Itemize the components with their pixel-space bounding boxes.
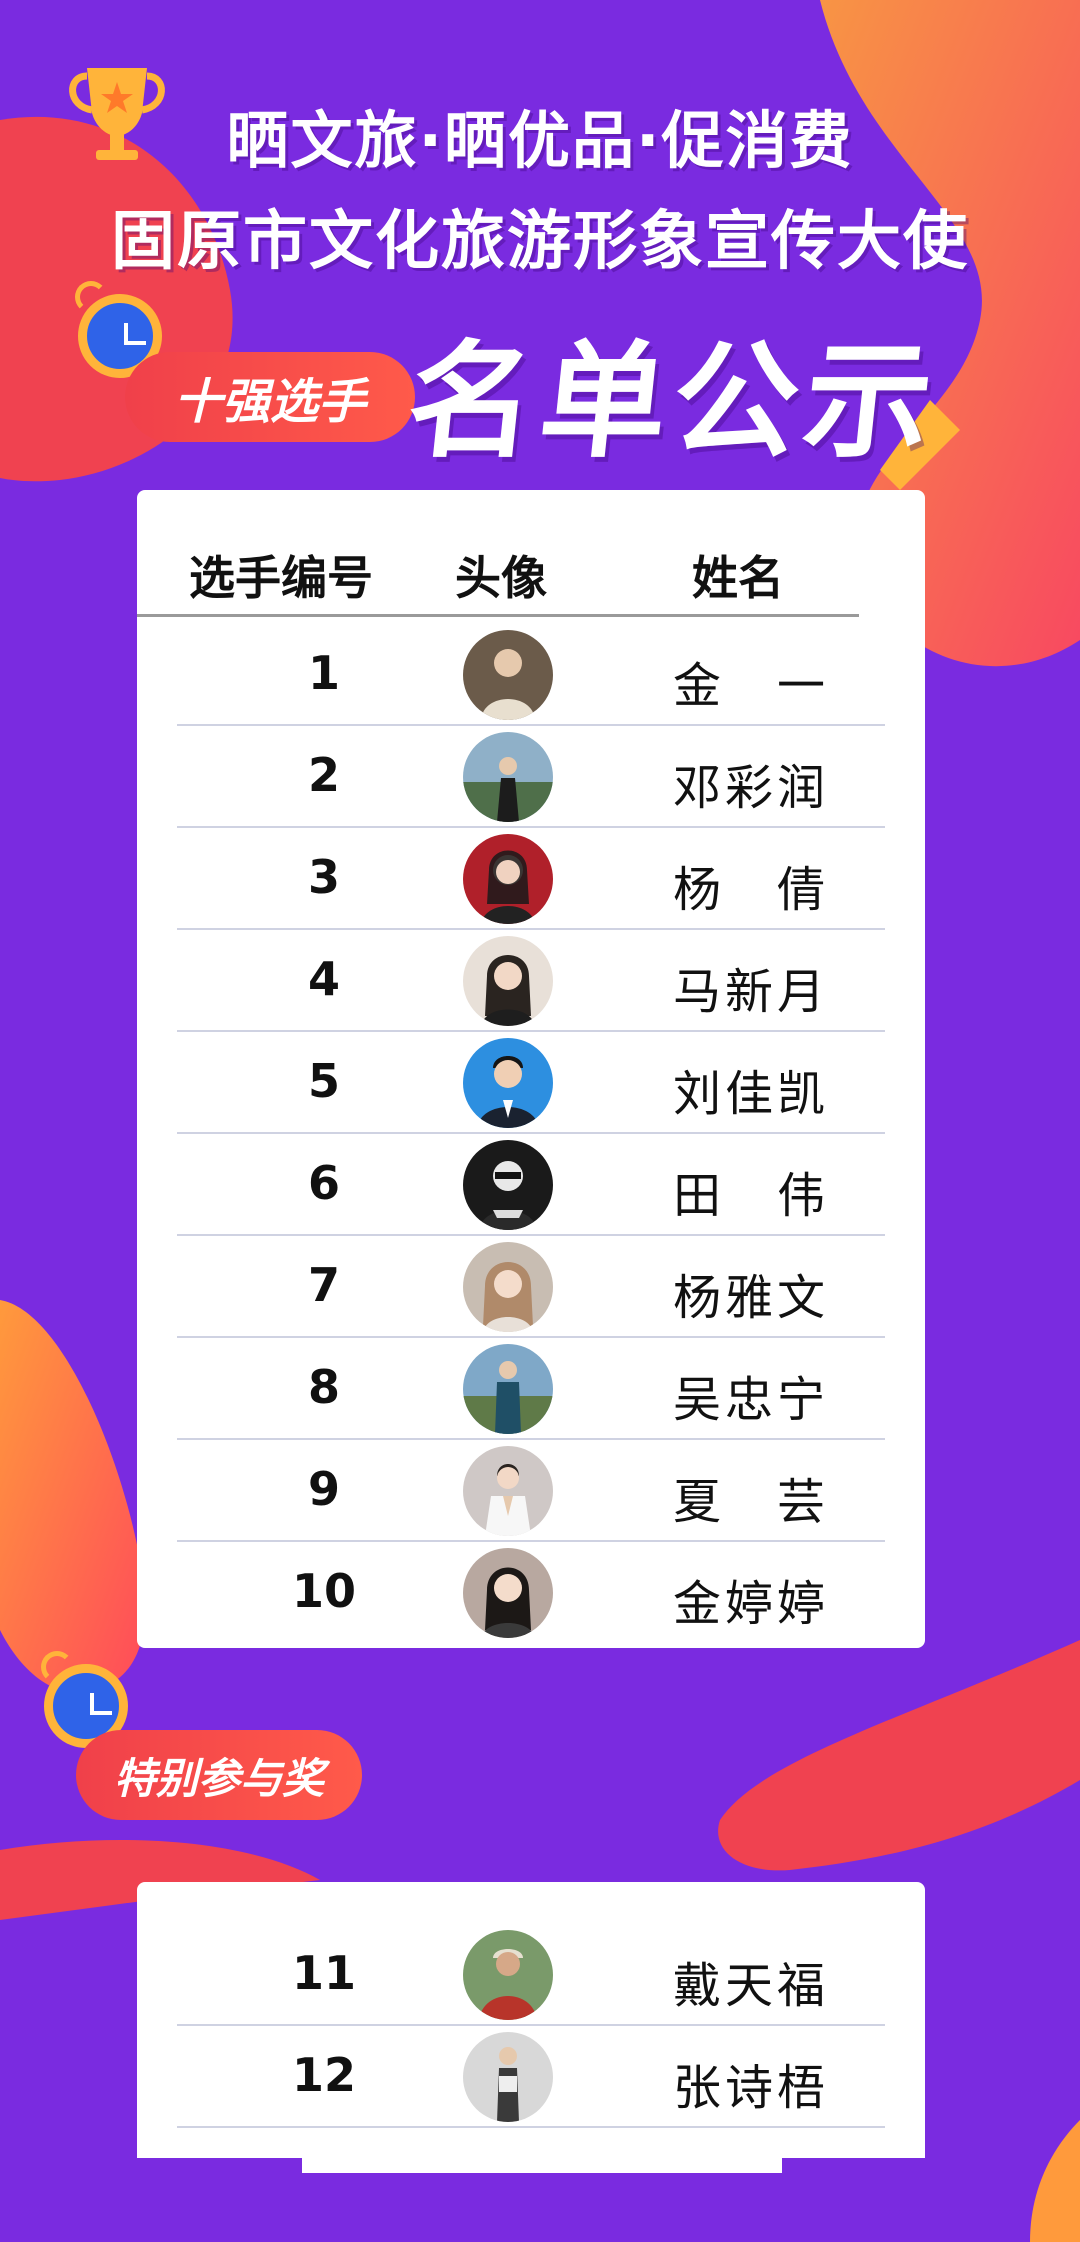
contestant-number: 5 bbox=[307, 1054, 340, 1108]
column-header-number: 选手编号 bbox=[189, 551, 373, 605]
table-row: 3 杨 倩 bbox=[177, 828, 885, 930]
table-row: 11 戴天福 bbox=[177, 1924, 885, 2026]
table-row: 5 刘佳凯 bbox=[177, 1032, 885, 1134]
headline-line1: 晒文旅·晒优品·促消费 bbox=[226, 104, 854, 177]
avatar bbox=[463, 1446, 553, 1536]
contestant-number: 2 bbox=[307, 748, 340, 802]
table-row: 8 吴忠宁 bbox=[177, 1338, 885, 1440]
table-row: 6 田 伟 bbox=[177, 1134, 885, 1236]
contestant-name: 田 伟 bbox=[673, 1168, 830, 1224]
contestant-number: 6 bbox=[307, 1156, 340, 1210]
table-row: 10 金婷婷 bbox=[177, 1542, 885, 1644]
avatar bbox=[463, 2032, 553, 2122]
contestant-number: 8 bbox=[307, 1360, 340, 1414]
contestant-name: 金 一 bbox=[673, 658, 830, 714]
special-award-card: 11 戴天福 12 张诗梧 bbox=[137, 1882, 925, 2158]
table-row: 4 马新月 bbox=[177, 930, 885, 1032]
avatar bbox=[463, 834, 553, 924]
avatar bbox=[463, 732, 553, 822]
contestant-name: 邓彩润 bbox=[673, 760, 830, 816]
table-row: 2 邓彩润 bbox=[177, 726, 885, 828]
avatar bbox=[463, 1548, 553, 1638]
row-divider bbox=[177, 2126, 885, 2128]
contestant-name: 金婷婷 bbox=[673, 1576, 830, 1632]
table-row: 12 张诗梧 bbox=[177, 2026, 885, 2128]
special-award-badge: 特别参与奖 bbox=[76, 1730, 362, 1820]
top-ten-card: 选手编号 头像 姓名 1 金 一 2 邓彩润 3 杨 倩 4 马新月 5 刘佳凯… bbox=[137, 490, 925, 1648]
page-title: 名单公示 bbox=[401, 328, 945, 475]
avatar bbox=[463, 1930, 553, 2020]
avatar bbox=[463, 1242, 553, 1332]
table-header: 选手编号 头像 姓名 bbox=[137, 542, 925, 605]
top-ten-badge: 十强选手 bbox=[125, 352, 415, 442]
contestant-number: 3 bbox=[307, 850, 340, 904]
contestant-number: 4 bbox=[307, 952, 340, 1006]
contestant-number: 12 bbox=[291, 2048, 356, 2102]
card-tab bbox=[302, 2155, 782, 2173]
table-row: 1 金 一 bbox=[177, 624, 885, 726]
contestant-number: 11 bbox=[291, 1946, 356, 2000]
table-row: 9 夏 芸 bbox=[177, 1440, 885, 1542]
column-header-avatar: 头像 bbox=[455, 551, 547, 605]
contestant-number: 10 bbox=[291, 1564, 356, 1618]
contestant-name: 马新月 bbox=[673, 964, 830, 1020]
header-divider bbox=[137, 614, 859, 617]
contestant-name: 杨 倩 bbox=[673, 862, 830, 918]
headline-line2: 固原市文化旅游形象宣传大使 bbox=[111, 205, 969, 279]
contestant-name: 夏 芸 bbox=[673, 1474, 830, 1530]
avatar bbox=[463, 1140, 553, 1230]
contestant-name: 吴忠宁 bbox=[673, 1372, 830, 1428]
contestant-name: 杨雅文 bbox=[673, 1270, 830, 1326]
contestant-name: 刘佳凯 bbox=[673, 1066, 830, 1122]
column-header-name: 姓名 bbox=[692, 551, 784, 605]
avatar bbox=[463, 1344, 553, 1434]
avatar bbox=[463, 936, 553, 1026]
contestant-name: 戴天福 bbox=[673, 1958, 830, 2014]
contestant-number: 9 bbox=[307, 1462, 340, 1516]
contestant-name: 张诗梧 bbox=[673, 2060, 830, 2116]
contestant-number: 1 bbox=[307, 646, 340, 700]
contestant-number: 7 bbox=[307, 1258, 340, 1312]
avatar bbox=[463, 1038, 553, 1128]
avatar bbox=[463, 630, 553, 720]
table-row: 7 杨雅文 bbox=[177, 1236, 885, 1338]
